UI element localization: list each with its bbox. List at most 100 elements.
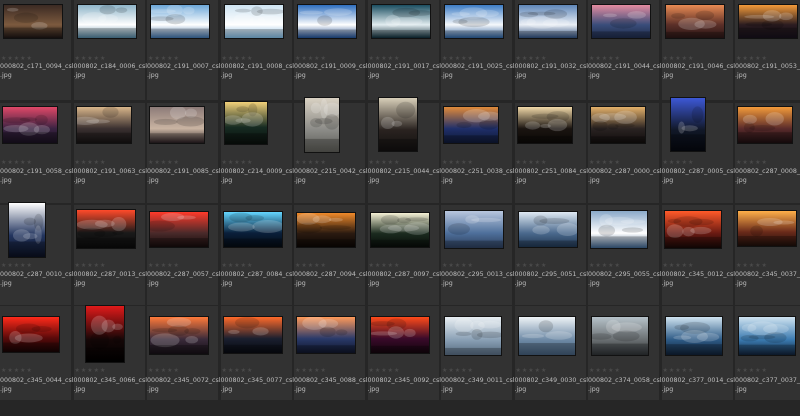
file-thumbnail-cell[interactable]: ★★★★★ 000802_c191_0058_csls .jpg	[0, 103, 74, 213]
image-thumbnail[interactable]	[150, 4, 210, 39]
file-thumbnail-cell[interactable]: ★★★★★ 000802_c251_0038_csls .jpg	[441, 103, 515, 213]
rating-stars[interactable]: ★★★★★	[222, 159, 254, 166]
rating-stars[interactable]: ★★★★★	[148, 367, 180, 374]
image-thumbnail[interactable]	[516, 106, 573, 144]
rating-stars[interactable]: ★★★★★	[1, 262, 33, 269]
image-thumbnail[interactable]	[149, 106, 205, 144]
image-thumbnail[interactable]	[149, 211, 209, 248]
image-thumbnail[interactable]	[75, 209, 136, 249]
image-thumbnail[interactable]	[3, 4, 63, 39]
image-thumbnail[interactable]	[296, 316, 356, 354]
image-thumbnail[interactable]	[377, 97, 418, 152]
rating-stars[interactable]: ★★★★★	[295, 55, 327, 62]
file-thumbnail-cell[interactable]: ★★★★★ 000802_c287_0000_csls .jpg	[588, 103, 662, 213]
image-thumbnail[interactable]	[222, 211, 283, 248]
image-thumbnail[interactable]	[2, 106, 58, 144]
image-thumbnail[interactable]	[590, 106, 646, 144]
file-thumbnail-cell[interactable]: ★★★★★ 000802_c214_0009_csls .jpg	[220, 101, 295, 213]
rating-stars[interactable]: ★★★★★	[442, 262, 474, 269]
image-thumbnail[interactable]	[304, 97, 340, 153]
file-thumbnail-cell[interactable]: ★★★★★000802_c191_0053_csls.jpg	[735, 0, 800, 110]
rating-stars[interactable]: ★★★★★	[516, 159, 548, 166]
image-thumbnail[interactable]	[84, 305, 125, 363]
image-thumbnail[interactable]	[517, 4, 578, 39]
file-thumbnail-cell[interactable]: ★★★★★ 000802_c287_0094_csls .jpg	[294, 205, 368, 315]
image-thumbnail[interactable]	[297, 4, 357, 39]
image-thumbnail[interactable]	[2, 316, 60, 353]
image-thumbnail[interactable]	[591, 316, 649, 356]
rating-stars[interactable]: ★★★★★	[75, 367, 107, 374]
image-thumbnail[interactable]	[8, 202, 46, 258]
image-thumbnail[interactable]	[444, 316, 502, 356]
rating-stars[interactable]: ★★★★★	[589, 262, 621, 269]
file-thumbnail-cell[interactable]: ★★★★★ 000802_c345_0037_csls.jpg	[735, 205, 800, 315]
image-thumbnail[interactable]	[517, 316, 576, 356]
rating-stars[interactable]: ★★★★★	[295, 262, 327, 269]
file-thumbnail-cell[interactable]: ★★★★★ 000802_c191_0009_csls .jpg	[294, 0, 368, 110]
file-thumbnail-cell[interactable]: ★★★★★ 000802_c191_0044_csls .jpg	[588, 0, 662, 110]
file-thumbnail-cell[interactable]: ★★★★★ 000802_c191_0046_csls .jpg	[661, 0, 736, 110]
rating-stars[interactable]: ★★★★★	[516, 55, 548, 62]
image-thumbnail[interactable]	[223, 4, 284, 39]
image-thumbnail[interactable]	[369, 212, 430, 248]
file-thumbnail-cell[interactable]: ★★★★★ 000802_c345_0012_csls .jpg	[661, 205, 736, 315]
rating-stars[interactable]: ★★★★★	[222, 262, 254, 269]
rating-stars[interactable]: ★★★★★	[1, 367, 33, 374]
rating-stars[interactable]: ★★★★★	[589, 367, 621, 374]
rating-stars[interactable]: ★★★★★	[75, 55, 107, 62]
file-thumbnail-cell[interactable]: ★★★★★ 000802_c295_0013_csls .jpg	[441, 205, 515, 315]
rating-stars[interactable]: ★★★★★	[369, 262, 401, 269]
rating-stars[interactable]: ★★★★★	[589, 159, 621, 166]
file-thumbnail-cell[interactable]: ★★★★★ 000802_c251_0084_csls .jpg	[514, 103, 589, 213]
file-thumbnail-cell[interactable]: ★★★★★ 000802_c191_0063_csls .jpg	[73, 103, 148, 213]
image-thumbnail[interactable]	[370, 4, 431, 39]
file-thumbnail-cell[interactable]: ★★★★★ 000802_c287_0097_csls .jpg	[367, 205, 442, 315]
image-thumbnail[interactable]	[738, 316, 796, 356]
image-thumbnail[interactable]	[669, 97, 706, 152]
file-thumbnail-cell[interactable]: ★★★★★ 000802_c287_0057_csls .jpg	[147, 205, 221, 315]
rating-stars[interactable]: ★★★★★	[1, 55, 33, 62]
rating-stars[interactable]: ★★★★★	[75, 262, 107, 269]
image-thumbnail[interactable]	[737, 106, 793, 144]
rating-stars[interactable]: ★★★★★	[148, 55, 180, 62]
rating-stars[interactable]: ★★★★★	[295, 159, 327, 166]
file-thumbnail-cell[interactable]: ★★★★★ 000802_c287_0013_csls .jpg	[73, 205, 148, 315]
file-thumbnail-cell[interactable]: ★★★★★ 000802_c191_0085_csls .jpg	[147, 103, 221, 213]
image-thumbnail[interactable]	[590, 210, 648, 249]
file-thumbnail-cell[interactable]: ★★★★★ 000802_c287_0005_csls .jpg	[661, 97, 736, 213]
file-thumbnail-cell[interactable]: ★★★★★ 000802_c191_0008_csls .jpg	[220, 0, 295, 110]
rating-stars[interactable]: ★★★★★	[736, 55, 768, 62]
file-thumbnail-cell[interactable]: ★★★★★ 000802_c215_0042_csls .jpg	[294, 97, 368, 213]
file-thumbnail-cell[interactable]: ★★★★★ 000802_c191_0017_csls .jpg	[367, 0, 442, 110]
file-thumbnail-cell[interactable]: ★★★★★ 000802_c215_0044_csls .jpg	[367, 97, 442, 213]
file-thumbnail-cell[interactable]: ★★★★★ 000802_c191_0025_csls .jpg	[441, 0, 515, 110]
file-thumbnail-cell[interactable]: ★★★★★ 000802_c171_0094_csls .jpg	[0, 0, 74, 110]
rating-stars[interactable]: ★★★★★	[516, 262, 548, 269]
image-thumbnail[interactable]	[664, 316, 723, 356]
file-thumbnail-cell[interactable]: ★★★★★ 000802_c184_0006_csls .jpg	[73, 0, 148, 110]
rating-stars[interactable]: ★★★★★	[516, 367, 548, 374]
rating-stars[interactable]: ★★★★★	[736, 159, 768, 166]
rating-stars[interactable]: ★★★★★	[736, 262, 768, 269]
image-thumbnail[interactable]	[296, 212, 356, 248]
rating-stars[interactable]: ★★★★★	[442, 159, 474, 166]
image-thumbnail[interactable]	[664, 4, 725, 39]
file-thumbnail-cell[interactable]: ★★★★★ 000802_c295_0055_csls .jpg	[588, 205, 662, 315]
rating-stars[interactable]: ★★★★★	[663, 55, 695, 62]
rating-stars[interactable]: ★★★★★	[369, 55, 401, 62]
image-thumbnail[interactable]	[517, 211, 578, 248]
file-thumbnail-cell[interactable]: ★★★★★ 000802_c295_0051_csls .jpg	[514, 205, 589, 315]
image-thumbnail[interactable]	[369, 316, 430, 354]
image-thumbnail[interactable]	[663, 210, 722, 249]
image-thumbnail[interactable]	[76, 4, 137, 39]
rating-stars[interactable]: ★★★★★	[442, 55, 474, 62]
image-thumbnail[interactable]	[444, 4, 504, 39]
image-thumbnail[interactable]	[591, 4, 651, 39]
file-thumbnail-cell[interactable]: ★★★★★ 000802_c191_0032_csls .jpg	[514, 0, 589, 110]
rating-stars[interactable]: ★★★★★	[663, 367, 695, 374]
rating-stars[interactable]: ★★★★★	[589, 55, 621, 62]
image-thumbnail[interactable]	[738, 4, 798, 39]
file-thumbnail-cell[interactable]: ★★★★★ 000802_c287_0084_csls .jpg	[220, 205, 295, 315]
image-thumbnail[interactable]	[75, 106, 132, 144]
rating-stars[interactable]: ★★★★★	[1, 159, 33, 166]
